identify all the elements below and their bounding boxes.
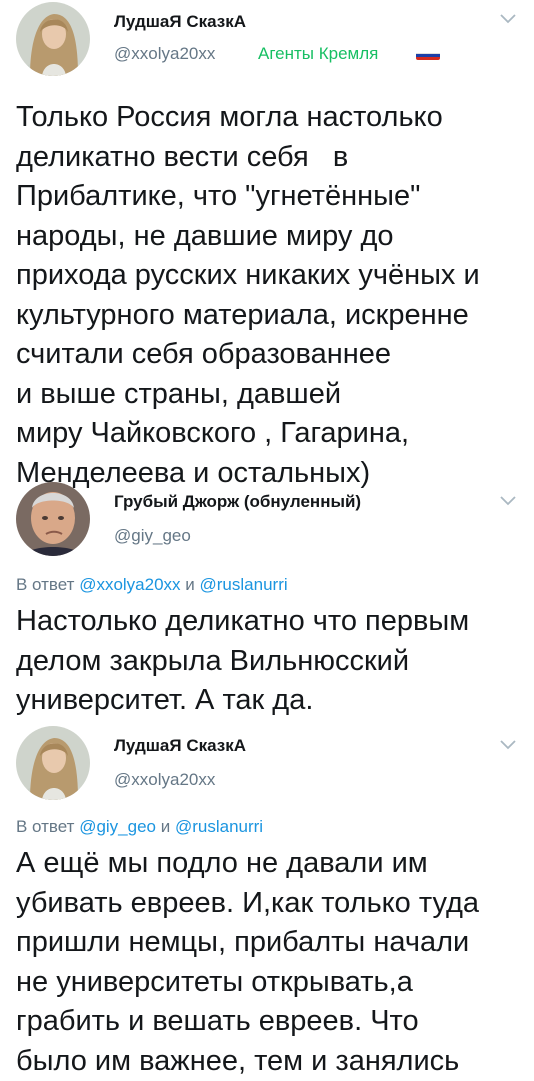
reply-prefix: В ответ [16,575,74,594]
tweet-text-line: убивать евреев. И,как только туда [16,884,526,924]
russian-flag-icon [416,49,440,60]
reply-mention[interactable]: @giy_geo [79,817,156,836]
reply-context: В ответ @giy_geo и @ruslanurri [16,816,263,838]
tweet-text: Настолько деликатно что первым делом зак… [16,602,526,721]
tweet-text-line: прихода русских никаких учёных и [16,256,526,296]
tweet-2[interactable]: Грубый Джорж (обнуленный) @giy_geo В отв… [0,478,534,728]
reply-conjunction: и [161,817,171,836]
author-name[interactable]: ЛудшаЯ СказкА [114,12,246,32]
author-name[interactable]: Грубый Джорж (обнуленный) [114,492,361,512]
tweet-text-line: Прибалтике, что "угнетённые" [16,177,526,217]
avatar[interactable] [16,482,90,556]
reply-mention[interactable]: @ruslanurri [200,575,288,594]
author-handle[interactable]: @xxolya20xx [114,44,215,64]
tweet-text-line: Настолько деликатно что первым [16,602,526,642]
tweet-text-line: делом закрыла Вильнюсский [16,642,526,682]
author-name[interactable]: ЛудшаЯ СказкА [114,736,246,756]
tweet-text-line: не университеты открывать,а [16,963,526,1003]
tweet-text-line: пришли немцы, прибалты начали [16,923,526,963]
tweet-text-line: миру Чайковского , Гагарина, [16,414,526,454]
avatar[interactable] [16,726,90,800]
reply-mention[interactable]: @xxolya20xx [79,575,180,594]
tweet-text: Только Россия могла настолько деликатно … [16,98,526,493]
tweet-text-line: деликатно вести себя в [16,138,526,178]
chevron-down-icon[interactable] [500,496,516,506]
chevron-down-icon[interactable] [500,740,516,750]
man-portrait-avatar-icon [16,482,90,556]
reply-conjunction: и [185,575,195,594]
tweet-text-line: и выше страны, давшей [16,375,526,415]
tweet-text: А ещё мы подло не давали им убивать евре… [16,844,526,1081]
tweet-text-line: Только Россия могла настолько [16,98,526,138]
avatar[interactable] [16,2,90,76]
tweet-text-line: А ещё мы подло не давали им [16,844,526,884]
tweet-3[interactable]: ЛудшаЯ СказкА @xxolya20xx В ответ @giy_g… [0,722,534,1080]
woman-portrait-avatar-icon [16,2,90,76]
reply-prefix: В ответ [16,817,74,836]
tweet-text-line: было им важнее, тем и занялись [16,1042,526,1081]
user-label-badge: Агенты Кремля [258,44,378,64]
tweet-text-line: народы, не давшие миру до [16,217,526,257]
reply-mention[interactable]: @ruslanurri [175,817,263,836]
author-handle[interactable]: @giy_geo [114,526,191,546]
woman-portrait-avatar-icon [16,726,90,800]
tweet-text-line: грабить и вешать евреев. Что [16,1002,526,1042]
tweet-text-line: считали себя образованнее [16,335,526,375]
tweet-text-line: университет. А так да. [16,681,526,721]
tweet-text-line: культурного материала, искренне [16,296,526,336]
author-handle[interactable]: @xxolya20xx [114,770,215,790]
tweet-1[interactable]: ЛудшаЯ СказкА @xxolya20xx Агенты Кремля … [0,0,534,480]
chevron-down-icon[interactable] [500,14,516,24]
reply-context: В ответ @xxolya20xx и @ruslanurri [16,574,288,596]
